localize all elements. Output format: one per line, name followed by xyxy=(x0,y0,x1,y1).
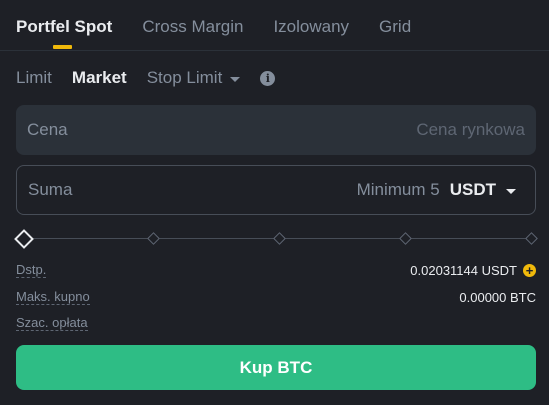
buy-button[interactable]: Kup BTC xyxy=(16,345,536,390)
order-type-label: Stop Limit xyxy=(146,68,223,87)
info-icon[interactable]: i xyxy=(260,70,276,86)
price-label: Cena xyxy=(27,120,68,139)
slider-mark[interactable] xyxy=(273,232,286,245)
order-type-label: Limit xyxy=(16,68,52,87)
max-buy-label: Maks. kupno xyxy=(16,289,90,305)
available-balance-row: Dstp. 0.02031144 USDT + xyxy=(16,263,536,278)
available-label: Dstp. xyxy=(16,262,47,278)
order-type-label: Market xyxy=(71,68,127,87)
fee-label: Szac. opłata xyxy=(16,315,88,331)
chevron-down-icon xyxy=(230,76,241,82)
order-type-stop-limit[interactable]: Stop Limit xyxy=(147,68,241,88)
tabs-divider xyxy=(0,50,549,51)
order-type-market[interactable]: Market xyxy=(72,68,127,88)
amount-field[interactable]: Suma Minimum 5 USDT xyxy=(16,165,536,215)
amount-unit-dropdown[interactable]: USDT xyxy=(450,180,524,200)
plus-icon[interactable]: + xyxy=(523,264,536,277)
max-buy-row: Maks. kupno 0.00000 BTC xyxy=(16,290,536,305)
fee-row: Szac. opłata xyxy=(16,316,536,331)
slider-mark[interactable] xyxy=(525,232,538,245)
tab-cross-margin[interactable]: Cross Margin xyxy=(142,0,244,36)
tab-label: Izolowany xyxy=(273,17,350,36)
price-field[interactable]: Cena Cena rynkowa xyxy=(16,105,536,155)
wallet-tabs: Portfel Spot Cross Margin Izolowany Grid xyxy=(16,0,441,50)
tab-isolated[interactable]: Izolowany xyxy=(273,0,350,36)
tab-label: Portfel Spot xyxy=(16,17,113,36)
amount-unit-label: USDT xyxy=(449,180,496,199)
active-tab-indicator xyxy=(53,45,72,49)
amount-label: Suma xyxy=(28,180,73,199)
chevron-down-icon xyxy=(506,188,516,194)
tab-spot-wallet[interactable]: Portfel Spot xyxy=(16,0,113,49)
slider-mark[interactable] xyxy=(399,232,412,245)
tab-label: Grid xyxy=(379,17,412,36)
order-type-selector: Limit Market Stop Limit i xyxy=(16,67,276,89)
order-type-limit[interactable]: Limit xyxy=(16,68,52,88)
amount-minimum-hint: Minimum 5 xyxy=(356,180,440,199)
tab-grid[interactable]: Grid xyxy=(379,0,412,36)
price-placeholder: Cena rynkowa xyxy=(416,120,525,139)
max-buy-value: 0.00000 BTC xyxy=(459,290,536,305)
amount-slider[interactable] xyxy=(14,229,538,249)
tab-label: Cross Margin xyxy=(142,17,244,36)
slider-handle[interactable] xyxy=(14,229,34,249)
available-value: 0.02031144 USDT xyxy=(410,263,517,278)
slider-mark[interactable] xyxy=(147,232,160,245)
